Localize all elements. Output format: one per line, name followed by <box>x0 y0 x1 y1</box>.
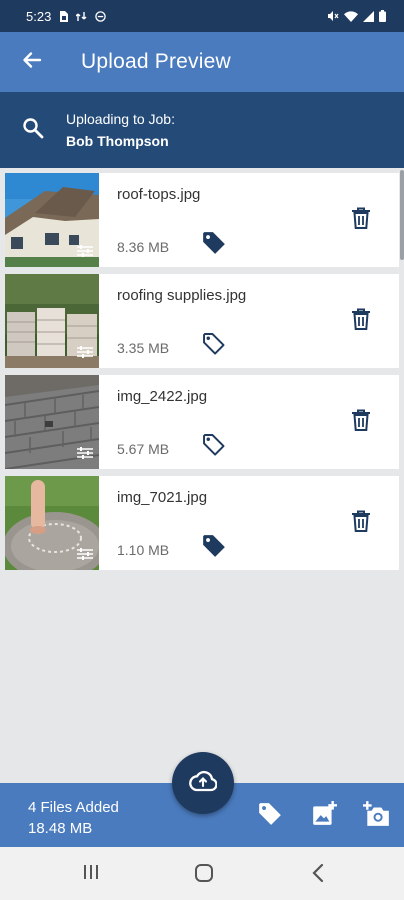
file-name: roof-tops.jpg <box>117 186 201 203</box>
add-photo-camera-icon <box>363 801 391 831</box>
adjust-icon[interactable] <box>77 244 93 263</box>
status-right <box>327 10 386 22</box>
tag-icon[interactable] <box>201 230 227 261</box>
file-size: 5.67 MB <box>117 441 170 457</box>
delete-icon[interactable] <box>351 308 371 335</box>
sim-card-icon <box>59 10 69 22</box>
file-thumbnail[interactable] <box>5 274 99 368</box>
page-title: Upload Preview <box>81 50 231 73</box>
job-name: Bob Thompson <box>66 133 169 149</box>
job-label: Uploading to Job: <box>66 111 175 127</box>
search-icon <box>22 117 44 144</box>
delete-icon[interactable] <box>351 409 371 436</box>
add-image-button[interactable] <box>311 801 337 832</box>
system-nav-bar <box>0 847 404 900</box>
recent-apps-icon[interactable] <box>82 863 100 886</box>
file-name: img_2422.jpg <box>117 388 208 405</box>
file-thumbnail[interactable] <box>5 375 99 469</box>
total-size: 18.48 MB <box>28 820 93 837</box>
app-bar: Upload Preview <box>0 32 404 92</box>
signal-icon <box>363 10 374 22</box>
delete-icon[interactable] <box>351 207 371 234</box>
upload-summary: 4 Files Added 18.48 MB <box>28 797 119 839</box>
file-size: 8.36 MB <box>117 239 170 255</box>
arrow-left-icon <box>22 50 42 75</box>
scrollbar[interactable] <box>400 170 404 260</box>
files-added-count: 4 Files Added <box>28 799 119 816</box>
adjust-icon[interactable] <box>77 446 93 465</box>
file-card[interactable]: roof-tops.jpg 8.36 MB <box>5 173 399 267</box>
tag-icon[interactable] <box>201 533 227 564</box>
tag-outline-icon[interactable] <box>201 432 227 463</box>
file-thumbnail[interactable] <box>5 173 99 267</box>
battery-icon <box>379 10 386 22</box>
data-saver-icon <box>76 11 87 22</box>
wifi-icon <box>344 10 358 22</box>
job-search-button[interactable] <box>0 117 66 144</box>
file-list: roof-tops.jpg 8.36 MB roofing supplies.j… <box>5 173 399 577</box>
file-size: 3.35 MB <box>117 340 170 356</box>
do-not-disturb-icon <box>95 10 107 22</box>
status-bar: 5:23 <box>0 0 404 32</box>
upload-button[interactable] <box>172 752 234 814</box>
add-photo-button[interactable] <box>363 801 391 832</box>
job-info: Uploading to Job: Bob Thompson <box>66 111 175 149</box>
job-bar[interactable]: Uploading to Job: Bob Thompson <box>0 92 404 168</box>
file-thumbnail[interactable] <box>5 476 99 570</box>
file-name: img_7021.jpg <box>117 489 208 506</box>
adjust-icon[interactable] <box>77 345 93 364</box>
file-name: roofing supplies.jpg <box>117 287 247 304</box>
home-icon[interactable] <box>194 863 214 888</box>
tag-outline-icon[interactable] <box>201 331 227 362</box>
tag-icon <box>257 803 283 831</box>
delete-icon[interactable] <box>351 510 371 537</box>
status-left: 5:23 <box>26 8 107 24</box>
file-card[interactable]: roofing supplies.jpg 3.35 MB <box>5 274 399 368</box>
mute-icon <box>327 10 339 22</box>
file-size: 1.10 MB <box>117 542 170 558</box>
file-card[interactable]: img_2422.jpg 5.67 MB <box>5 375 399 469</box>
adjust-icon[interactable] <box>77 547 93 566</box>
file-card[interactable]: img_7021.jpg 1.10 MB <box>5 476 399 570</box>
cloud-upload-icon <box>189 770 218 797</box>
back-button[interactable] <box>0 32 64 92</box>
back-icon[interactable] <box>311 863 325 888</box>
tag-all-button[interactable] <box>257 801 283 832</box>
add-image-icon <box>311 801 337 831</box>
status-time: 5:23 <box>26 8 52 24</box>
